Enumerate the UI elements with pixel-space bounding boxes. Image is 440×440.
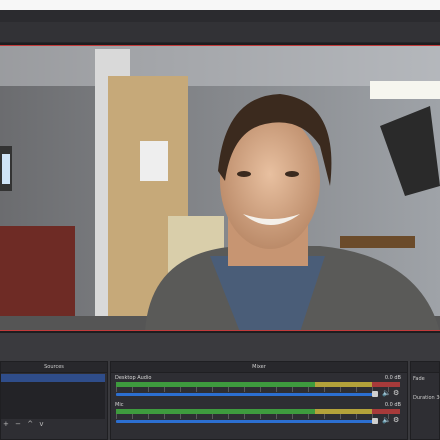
source-item-selected[interactable] xyxy=(1,374,105,382)
channel-level: 0.0 dB xyxy=(384,402,401,408)
sources-title: Sources xyxy=(1,362,107,373)
mixer-title: Mixer xyxy=(111,362,407,373)
channel-name: Desktop Audio xyxy=(115,375,152,381)
gear-icon[interactable]: ⚙ xyxy=(393,389,399,397)
menu-bar xyxy=(0,10,440,22)
controls-strip xyxy=(0,333,440,359)
program-preview[interactable] xyxy=(0,45,440,331)
window-title-bar xyxy=(0,0,440,10)
remove-source-button[interactable]: − xyxy=(15,420,21,428)
toolbar xyxy=(0,22,440,43)
channel-name: Mic xyxy=(115,402,124,408)
speaker-icon[interactable]: 🔈 xyxy=(382,389,391,397)
preview-area xyxy=(0,43,440,333)
mixer-dock: Mixer Desktop Audio 0.0 dB 🔈 ⚙ Mic 0.0 d… xyxy=(110,361,408,440)
transitions-title xyxy=(411,362,439,373)
webcam-frame xyxy=(0,46,440,330)
move-down-button[interactable]: v xyxy=(39,420,43,428)
mixer-channel-desktop: Desktop Audio 0.0 dB 🔈 ⚙ xyxy=(114,375,404,403)
fader-handle[interactable] xyxy=(372,418,378,424)
channel-level: 0.0 dB xyxy=(384,375,401,381)
gear-icon[interactable]: ⚙ xyxy=(393,416,399,424)
duration-value[interactable]: 300 xyxy=(436,395,440,401)
sources-list[interactable] xyxy=(1,374,105,419)
volume-fader[interactable] xyxy=(116,393,376,396)
duration-field[interactable]: Duration 300 xyxy=(413,395,440,401)
speaker-icon[interactable]: 🔈 xyxy=(382,416,391,424)
volume-fader[interactable] xyxy=(116,420,376,423)
meter-scale xyxy=(116,387,400,392)
sources-dock: Sources + − ^ v xyxy=(0,361,108,440)
transitions-dock: Fade Duration 300 xyxy=(410,361,440,440)
add-source-button[interactable]: + xyxy=(3,420,9,428)
meter-scale xyxy=(116,414,400,419)
transition-type[interactable]: Fade xyxy=(413,376,425,382)
move-up-button[interactable]: ^ xyxy=(27,420,33,428)
fader-handle[interactable] xyxy=(372,391,378,397)
duration-label: Duration xyxy=(413,395,435,401)
mixer-channel-mic: Mic 0.0 dB 🔈 ⚙ xyxy=(114,402,404,430)
